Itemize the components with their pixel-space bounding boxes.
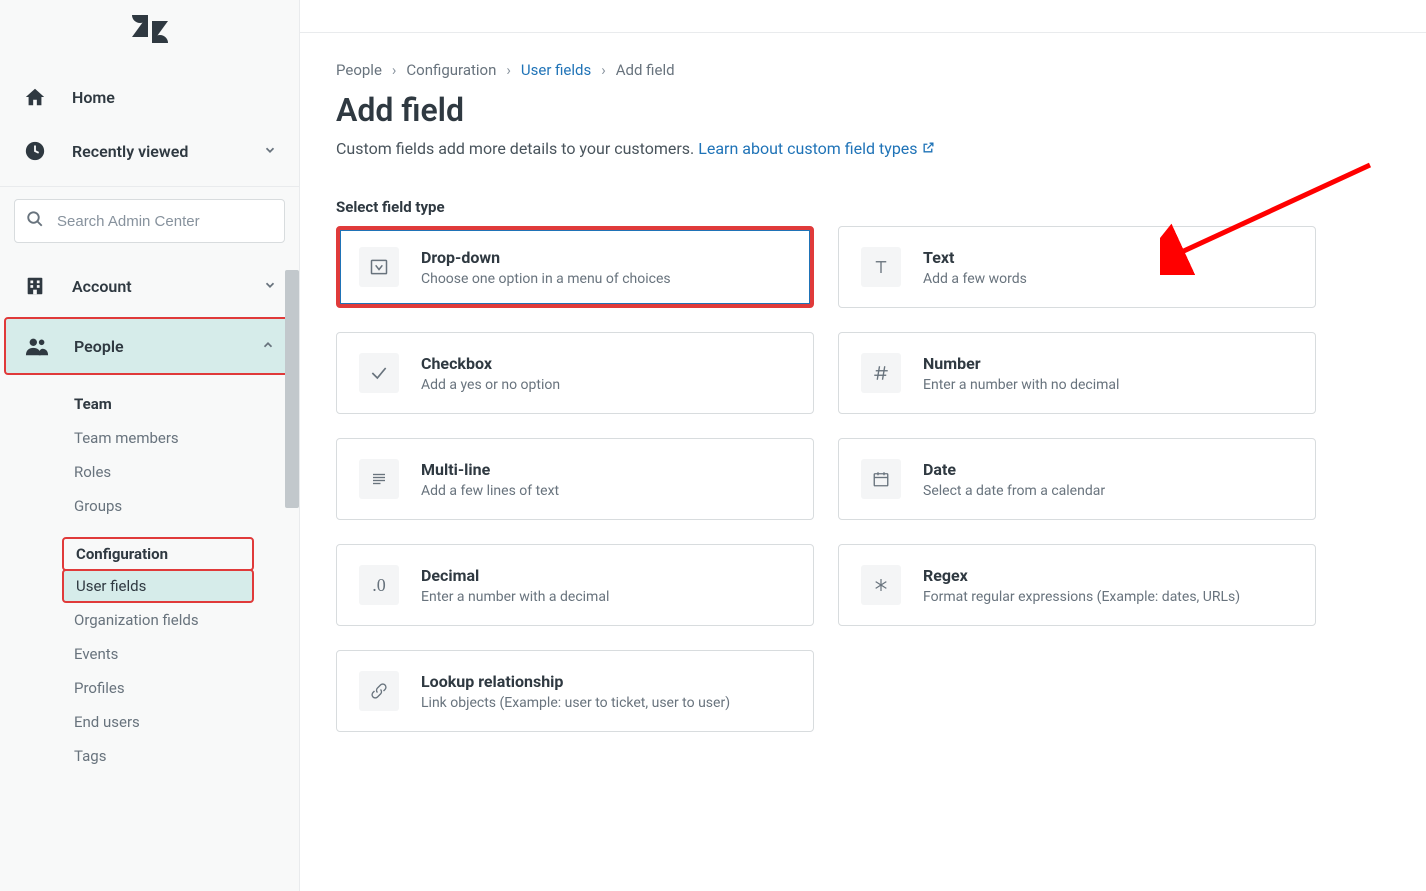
chevron-right-icon: › [601,61,606,79]
decimal-icon: .0 [359,565,399,605]
breadcrumb-configuration[interactable]: Configuration [406,61,496,79]
scrollbar-thumb[interactable] [285,270,299,508]
card-title: Multi-line [421,460,791,479]
chevron-down-icon [263,277,277,296]
learn-more-link[interactable]: Learn about custom field types [698,139,934,158]
sidebar: Home Recently viewed Account [0,0,300,891]
card-desc: Enter a number with no decimal [923,377,1293,393]
main-content: People › Configuration › User fields › A… [300,0,1426,891]
card-desc: Link objects (Example: user to ticket, u… [421,695,791,711]
sub-item-roles[interactable]: Roles [74,455,299,489]
link-icon [359,671,399,711]
search-icon [26,210,44,232]
card-title: Regex [923,566,1293,585]
calendar-icon [861,459,901,499]
chevron-up-icon [261,337,275,356]
nav-recently-viewed-label: Recently viewed [72,142,263,161]
card-title: Checkbox [421,354,791,373]
lines-icon [359,459,399,499]
sub-heading-configuration: Configuration [62,537,254,571]
nav-recently-viewed[interactable]: Recently viewed [0,124,299,178]
field-card-checkbox[interactable]: Checkbox Add a yes or no option [336,332,814,414]
chevron-right-icon: › [506,61,511,79]
sub-item-tags[interactable]: Tags [74,739,299,773]
hash-icon [861,353,901,393]
field-card-number[interactable]: Number Enter a number with no decimal [838,332,1316,414]
field-card-lookup[interactable]: Lookup relationship Link objects (Exampl… [336,650,814,732]
card-title: Decimal [421,566,791,585]
check-icon [359,353,399,393]
zendesk-logo-icon [132,15,168,47]
search-wrap [0,199,299,243]
page-title: Add field [336,91,1390,129]
card-title: Text [923,248,1293,267]
nav-main: Home Recently viewed [0,62,299,178]
card-desc: Add a few lines of text [421,483,791,499]
card-desc: Select a date from a calendar [923,483,1293,499]
external-link-icon [922,139,935,158]
building-icon [22,273,48,299]
sub-item-end-users[interactable]: End users [74,705,299,739]
card-title: Date [923,460,1293,479]
home-icon [22,84,48,110]
sub-heading-team: Team [74,387,299,421]
sidebar-people-label: People [74,337,261,356]
field-card-regex[interactable]: Regex Format regular expressions (Exampl… [838,544,1316,626]
search-input[interactable] [14,199,285,243]
page-description: Custom fields add more details to your c… [336,139,1390,158]
sub-item-events[interactable]: Events [74,637,299,671]
sidebar-section-account[interactable]: Account [0,257,299,315]
sub-item-groups[interactable]: Groups [74,489,299,523]
breadcrumb-add-field: Add field [616,61,675,79]
breadcrumb-user-fields[interactable]: User fields [521,61,591,79]
card-desc: Choose one option in a menu of choices [421,271,791,287]
people-icon [24,333,50,359]
dropdown-icon [359,247,399,287]
select-field-type-label: Select field type [336,198,1390,216]
chevron-down-icon [263,142,277,161]
field-card-text[interactable]: Text Add a few words [838,226,1316,308]
sidebar-account-label: Account [72,277,263,296]
card-title: Drop-down [421,248,791,267]
field-card-date[interactable]: Date Select a date from a calendar [838,438,1316,520]
field-type-grid: Drop-down Choose one option in a menu of… [336,226,1316,732]
chevron-right-icon: › [392,61,397,79]
sub-item-profiles[interactable]: Profiles [74,671,299,705]
sub-item-organization-fields[interactable]: Organization fields [74,603,299,637]
card-desc: Add a yes or no option [421,377,791,393]
field-card-dropdown[interactable]: Drop-down Choose one option in a menu of… [336,226,814,308]
page-desc-text: Custom fields add more details to your c… [336,139,698,158]
field-card-decimal[interactable]: .0 Decimal Enter a number with a decimal [336,544,814,626]
card-title: Number [923,354,1293,373]
breadcrumb: People › Configuration › User fields › A… [336,61,1390,79]
card-desc: Format regular expressions (Example: dat… [923,589,1293,605]
card-desc: Enter a number with a decimal [421,589,791,605]
breadcrumb-people[interactable]: People [336,61,382,79]
card-title: Lookup relationship [421,672,791,691]
card-desc: Add a few words [923,271,1293,287]
logo-area [0,0,299,62]
sidebar-section-people[interactable]: People [4,317,295,375]
people-sublist: Team Team members Roles Groups Configura… [0,377,299,773]
sub-item-team-members[interactable]: Team members [74,421,299,455]
field-card-multiline[interactable]: Multi-line Add a few lines of text [336,438,814,520]
nav-home-label: Home [72,88,277,107]
divider [0,186,299,187]
text-icon [861,247,901,287]
sub-item-user-fields[interactable]: User fields [62,569,254,603]
clock-icon [22,138,48,164]
asterisk-icon [861,565,901,605]
nav-home[interactable]: Home [0,70,299,124]
